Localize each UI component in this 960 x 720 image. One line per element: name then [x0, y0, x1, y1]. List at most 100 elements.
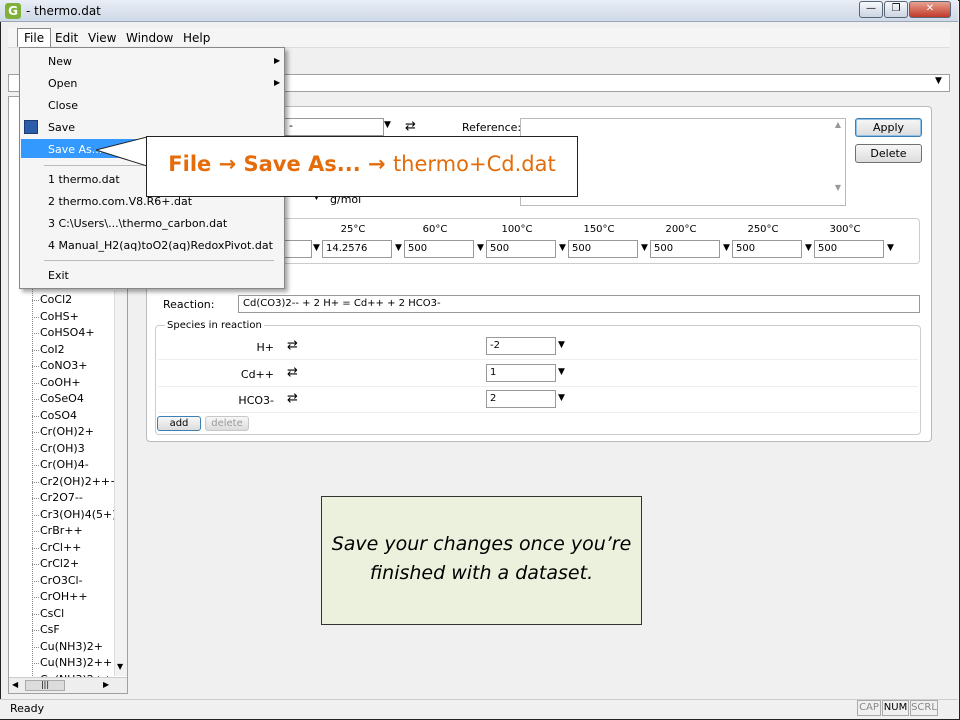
menu-item-open[interactable]: Open [48, 77, 77, 90]
status-text: Ready [10, 702, 45, 715]
chevron-down-icon[interactable]: ▼ [477, 243, 484, 253]
tree-connector [32, 349, 39, 351]
reaction-label: Reaction: [163, 298, 215, 311]
menu-item-recent-4[interactable]: 4 Manual_H2(aq)toO2(aq)RedoxPivot.dat [48, 239, 273, 252]
tree-item[interactable]: CoOH+ [40, 376, 81, 389]
temp-header: 150°C [583, 224, 615, 235]
coefficient-field[interactable]: 1 [486, 363, 556, 382]
scroll-left-icon[interactable]: ◀ [12, 680, 18, 689]
reaction-field[interactable]: Cd(CO3)2-- + 2 H+ = Cd++ + 2 HCO3- [238, 295, 920, 313]
maximize-button[interactable]: ❐ [884, 1, 908, 18]
swap-icon[interactable]: ⇄ [405, 119, 416, 134]
menu-item-close[interactable]: Close [48, 99, 78, 112]
temp-value-field[interactable] [284, 240, 312, 258]
tree-item[interactable]: Cr(OH)2+ [40, 425, 94, 438]
menu-item-save-as[interactable]: Save As... [48, 143, 102, 156]
tree-item[interactable]: CsCl [40, 607, 64, 620]
scroll-thumb[interactable]: ||| [25, 680, 65, 691]
menu-item-new[interactable]: New [48, 55, 72, 68]
tree-item[interactable]: CsF [40, 623, 60, 636]
tree-item[interactable]: CrCl++ [40, 541, 81, 554]
tree-item[interactable]: CoHS+ [40, 310, 79, 323]
temp-value-field[interactable]: 500 [814, 240, 884, 258]
tree-item[interactable]: CrOH++ [40, 590, 88, 603]
tree-scrollbar-vertical[interactable]: ▼ [114, 290, 127, 676]
chevron-down-icon[interactable]: ▼ [558, 393, 565, 403]
tree-connector [32, 432, 39, 433]
submenu-arrow-icon: ▶ [274, 78, 281, 87]
species-name: HCO3- [238, 394, 274, 407]
temp-value-field[interactable]: 500 [650, 240, 720, 258]
tree-item[interactable]: CoNO3+ [40, 359, 88, 372]
tree-item[interactable]: CoCl2 [40, 293, 72, 306]
chevron-down-icon[interactable]: ▼ [935, 76, 942, 86]
title-bar [0, 0, 958, 22]
species-name: Cd++ [240, 367, 274, 381]
tree-item[interactable]: Cr2O7-- [40, 491, 83, 504]
chevron-down-icon[interactable]: ▼ [723, 243, 730, 253]
temp-value-field[interactable]: 500 [486, 240, 556, 258]
tree-item[interactable]: Cr(OH)3 [40, 442, 85, 455]
tree-item[interactable]: CoI2 [40, 343, 65, 356]
callout-filename: thermo+Cd.dat [392, 152, 556, 176]
close-button[interactable]: ✕ [909, 1, 951, 18]
type-combo[interactable]: - [284, 118, 384, 136]
chevron-down-icon[interactable]: ▼ [805, 243, 812, 253]
tree-connector [32, 531, 39, 532]
temp-value-field[interactable]: 500 [568, 240, 638, 258]
tree-item[interactable]: Cr2(OH)2+++ [40, 475, 119, 488]
tree-item[interactable]: CoSeO4 [40, 392, 84, 405]
coefficient-field[interactable]: -2 [486, 337, 556, 355]
app-icon: G [5, 3, 21, 19]
tree-connector [32, 663, 39, 664]
reference-scrollbar[interactable]: ▲ ▼ [832, 120, 844, 204]
menu-edit[interactable]: Edit [55, 31, 78, 45]
tree-item[interactable]: Cr(OH)4- [40, 458, 89, 471]
menu-window[interactable]: Window [126, 31, 173, 45]
temp-header: 25°C [340, 224, 366, 235]
tree-item[interactable]: CrBr++ [40, 524, 83, 537]
tree-item[interactable]: Cu(NH3)2++ [40, 656, 112, 669]
swap-icon[interactable]: ⇄ [287, 391, 298, 406]
chevron-down-icon[interactable]: ▼ [558, 340, 565, 350]
tree-connector [32, 580, 39, 582]
chevron-down-icon[interactable]: ▼ [641, 243, 648, 253]
tree-item[interactable]: Cr3(OH)4(5+) [40, 508, 117, 521]
menu-item-recent-3[interactable]: 3 C:\Users\...\thermo_carbon.dat [48, 217, 227, 230]
coefficient-field[interactable]: 2 [486, 390, 556, 408]
temp-value-field[interactable]: 14.2576 [322, 240, 392, 258]
tree-connector [32, 382, 39, 384]
temp-header: 300°C [829, 224, 861, 235]
add-species-button[interactable]: add [157, 416, 201, 431]
tree-item[interactable]: CoHSO4+ [40, 326, 95, 339]
swap-icon[interactable]: ⇄ [287, 338, 298, 353]
chevron-down-icon[interactable]: ▼ [384, 120, 391, 130]
menu-file[interactable]: File [17, 28, 52, 47]
delete-button[interactable]: Delete [855, 144, 922, 163]
apply-button[interactable]: Apply [855, 118, 922, 137]
minimize-button[interactable]: — [859, 1, 883, 18]
scroll-right-icon[interactable]: ▶ [103, 680, 109, 689]
tree-connector [32, 630, 39, 631]
chevron-down-icon[interactable]: ▼ [395, 243, 402, 253]
chevron-down-icon[interactable]: ▼ [559, 243, 566, 253]
menu-item-save[interactable]: Save [48, 121, 75, 134]
tree-connector [32, 564, 39, 565]
menu-help[interactable]: Help [183, 31, 210, 45]
chevron-down-icon[interactable]: ▼ [558, 367, 565, 377]
chevron-down-icon[interactable]: ▼ [313, 243, 320, 253]
tree-connector [32, 646, 39, 648]
tree-item[interactable]: Cu(NH3)2+ [40, 640, 103, 653]
tree-item[interactable]: CoSO4 [40, 409, 77, 422]
chevron-down-icon[interactable]: ▼ [887, 243, 894, 253]
temp-header: 60°C [422, 224, 448, 235]
temp-value-field[interactable]: 500 [732, 240, 802, 258]
tree-item[interactable]: CrCl2+ [40, 557, 79, 570]
menu-view[interactable]: View [88, 31, 116, 45]
scroll-indicator: SCRL [910, 700, 938, 716]
menu-item-exit[interactable]: Exit [48, 269, 69, 282]
temp-value-field[interactable]: 500 [404, 240, 474, 258]
scroll-down-icon[interactable]: ▼ [117, 662, 123, 671]
tree-item[interactable]: CrO3Cl- [40, 574, 83, 587]
swap-icon[interactable]: ⇄ [287, 365, 298, 380]
